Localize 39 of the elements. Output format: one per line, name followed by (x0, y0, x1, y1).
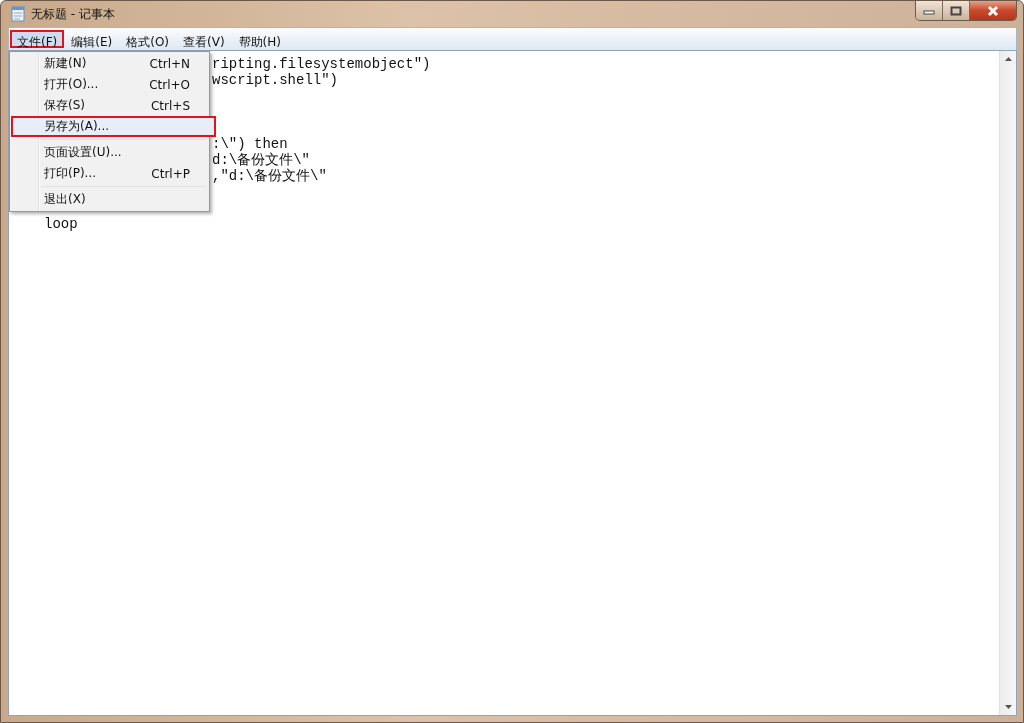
shortcut-label: Ctrl+N (149, 56, 190, 71)
minimize-button[interactable] (916, 1, 943, 20)
menu-entry-label: 另存为(A)... (44, 118, 109, 135)
menu-entry[interactable]: 打开(O)... Ctrl+O (11, 74, 208, 95)
maximize-button[interactable] (943, 1, 970, 20)
menu-entry-label: 保存(S) (44, 97, 85, 114)
menu-entry[interactable]: 退出(X) (11, 189, 208, 210)
menu-entry[interactable]: 保存(S) Ctrl+S (11, 95, 208, 116)
menu-entry[interactable]: 页面设置(U)... (11, 142, 208, 163)
notepad-icon (11, 6, 25, 22)
shortcut-label: Ctrl+P (151, 166, 190, 181)
code-line: ripting.filesystemobject") (212, 56, 431, 72)
code-line: wscript.shell") (212, 72, 339, 88)
close-button[interactable] (970, 1, 1016, 20)
menu-entry-label: 退出(X) (44, 191, 86, 208)
menu-entry[interactable]: 打印(P)... Ctrl+P (11, 163, 208, 184)
shortcut-label: Ctrl+O (149, 77, 190, 92)
menu-item[interactable]: 文件(F) (10, 30, 65, 48)
shortcut-label: Ctrl+S (150, 98, 190, 113)
menu-entry[interactable]: 另存为(A)... (11, 116, 216, 137)
code-line: loop (44, 216, 78, 232)
window-title: 无标题 - 记事本 (31, 5, 115, 23)
menu-entry-label: 打印(P)... (44, 165, 97, 182)
menu-item[interactable]: 查看(V) (176, 30, 232, 48)
vertical-scrollbar[interactable] (999, 51, 1016, 715)
scroll-up-icon[interactable] (1004, 57, 1012, 61)
menu-entry-label: 新建(N) (44, 55, 87, 72)
menu-item[interactable]: 帮助(H) (231, 30, 288, 48)
code-line: d:\备份文件\" (212, 152, 310, 168)
menu-entry-label: 打开(O)... (44, 76, 99, 93)
menu-entry-label: 页面设置(U)... (44, 144, 122, 161)
menu-item[interactable]: 格式(O) (119, 30, 177, 48)
code-line: :\") then (212, 136, 288, 152)
close-icon (986, 4, 1000, 17)
scroll-down-icon[interactable] (1004, 705, 1012, 709)
maximize-icon (950, 5, 962, 16)
menu-item[interactable]: 编辑(E) (64, 30, 120, 48)
menu-entry[interactable]: 新建(N) Ctrl+N (11, 53, 208, 74)
code-line: ,"d:\备份文件\" (212, 168, 327, 184)
